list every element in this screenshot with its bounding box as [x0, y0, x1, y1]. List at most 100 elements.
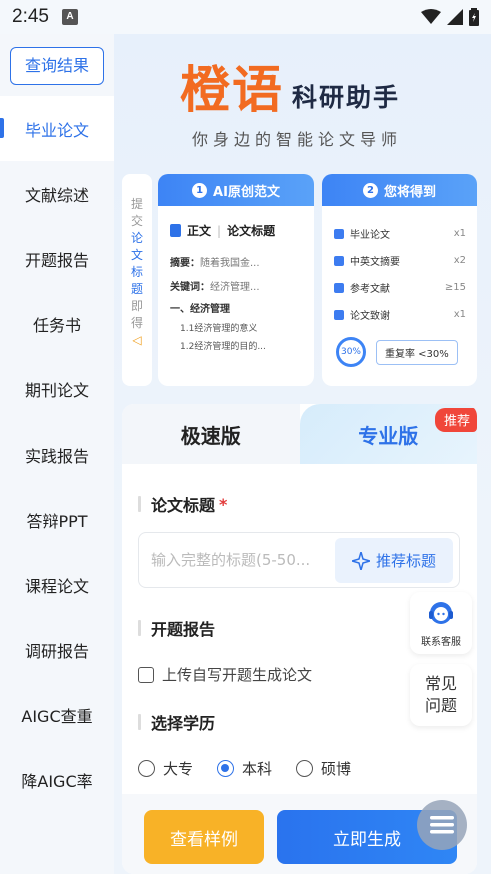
card-header: 1 AI原创范文: [158, 174, 314, 206]
deliverable-value: x1: [453, 228, 466, 239]
degree-option-label: 本科: [242, 760, 273, 778]
status-time: 2:45: [12, 6, 49, 27]
keywords-label: 关键词：: [170, 282, 210, 293]
deliverable-label: 毕业论文: [350, 230, 390, 241]
deliverable-row: 参考文献 ≥15: [334, 280, 466, 295]
doc-title: 论文标题: [227, 224, 276, 238]
step-char: 即: [130, 299, 143, 313]
rate-label: 重复率 <30%: [376, 339, 458, 365]
sidebar-item-journal-paper[interactable]: 期刊论文: [0, 357, 114, 422]
proposal-label: 开题报告: [151, 620, 216, 639]
degree-option-graduate[interactable]: 硕博: [296, 758, 351, 779]
degree-option-label: 大专: [163, 760, 194, 778]
faq-label-line1: 常见: [424, 674, 457, 693]
customer-service-label: 联系客服: [421, 636, 461, 648]
notification-icon: A: [62, 9, 78, 25]
percent-gauge: 30%: [336, 337, 366, 367]
degree-label: 选择学历: [151, 714, 216, 733]
upload-checkbox[interactable]: [138, 666, 154, 683]
headset-icon: [429, 601, 453, 624]
title-label: 论文标题: [151, 496, 216, 515]
send-icon: ◁: [132, 333, 142, 347]
sidebar-item-graduation-thesis[interactable]: 毕业论文: [0, 96, 114, 162]
document-icon: [334, 255, 344, 266]
sidebar-nav: 毕业论文 文献综述 开题报告 任务书 期刊论文 实践报告 答辩PPT 课程论文 …: [0, 96, 114, 813]
signal-icon: [447, 9, 463, 25]
deliverables-card: 2 您将得到 毕业论文 x1 中英文摘要 x2 参考文献 ≥15 论文致谢 x1…: [322, 174, 477, 386]
tab-fast[interactable]: 极速版: [122, 404, 300, 464]
sidebar-item-literature-review[interactable]: 文献综述: [0, 161, 114, 226]
deliverable-value: x1: [453, 309, 466, 320]
graduation-icon: [334, 228, 344, 239]
recommend-title-label: 推荐标题: [375, 552, 436, 570]
upload-proposal-option[interactable]: 上传自写开题生成论文: [138, 664, 312, 685]
deliverable-label: 参考文献: [350, 284, 390, 295]
deliverable-value: ≥15: [444, 282, 466, 293]
card-header: 2 您将得到: [322, 174, 477, 206]
steps-indicator: 提 交 论 文 标 题 即 得 ◁: [122, 174, 152, 386]
step-char: 标: [130, 265, 143, 279]
brand-logo: 橙语 科研助手: [180, 60, 400, 120]
section-text: 一、经济管理: [170, 304, 230, 315]
faq-button[interactable]: 常见 问题: [410, 664, 472, 726]
sidebar-item-practice-report[interactable]: 实践报告: [0, 422, 114, 487]
radio-button[interactable]: [217, 760, 235, 777]
divider: |: [217, 223, 222, 238]
step-number: 2: [362, 182, 378, 198]
sidebar: 查询结果 毕业论文 文献综述 开题报告 任务书 期刊论文 实践报告 答辩PPT …: [0, 34, 114, 874]
sidebar-item-aigc-check[interactable]: AIGC查重: [0, 683, 114, 748]
step-number: 1: [192, 182, 208, 198]
sidebar-item-course-paper[interactable]: 课程论文: [0, 552, 114, 617]
status-icons: [421, 8, 479, 26]
degree-section-label: 选择学历: [138, 710, 215, 734]
title-section-label: 论文标题 *: [138, 492, 227, 516]
card-title: AI原创范文: [213, 184, 280, 200]
abstract-line: 摘要：随着我国金...: [170, 254, 260, 269]
menu-icon: [430, 816, 454, 834]
radio-button[interactable]: [296, 760, 314, 777]
doc-label: 正文: [187, 224, 212, 238]
deliverable-row: 中英文摘要 x2: [334, 253, 466, 268]
brand-tagline: 你身边的智能论文导师: [192, 130, 403, 149]
books-icon: [334, 282, 344, 293]
section-bar: [138, 620, 141, 636]
deliverable-label: 中英文摘要: [350, 257, 400, 268]
floating-menu-button[interactable]: [417, 800, 467, 850]
mail-icon: [334, 309, 344, 320]
query-results-button[interactable]: 查询结果: [10, 47, 104, 85]
sparkle-icon: [351, 551, 370, 570]
sidebar-item-task-book[interactable]: 任务书: [0, 292, 114, 357]
abstract-text: 随着我国金...: [200, 258, 260, 269]
keywords-line: 关键词：经济管理...: [170, 278, 260, 293]
deliverable-row: 论文致谢 x1: [334, 307, 466, 322]
radio-button[interactable]: [138, 760, 155, 777]
faq-label-line2: 问题: [424, 696, 457, 715]
step-char: 论: [130, 231, 143, 245]
degree-option-bachelor[interactable]: 本科: [217, 758, 272, 779]
title-input[interactable]: [151, 547, 321, 573]
section-bar: [138, 714, 141, 730]
sidebar-item-research-report[interactable]: 调研报告: [0, 618, 114, 683]
sidebar-item-reduce-aigc[interactable]: 降AIGC率: [0, 748, 114, 813]
brand-subtitle: 科研助手: [292, 83, 401, 112]
degree-option-label: 硕博: [321, 760, 352, 778]
document-icon: [170, 224, 181, 237]
customer-service-button[interactable]: 联系客服: [410, 592, 472, 654]
deliverable-value: x2: [453, 255, 466, 266]
sidebar-item-proposal-report[interactable]: 开题报告: [0, 226, 114, 291]
step-char: 得: [130, 316, 143, 330]
sidebar-item-defense-ppt[interactable]: 答辩PPT: [0, 487, 114, 552]
degree-option-associate[interactable]: 大专: [138, 758, 193, 779]
card-title: 您将得到: [383, 184, 436, 200]
status-bar: 2:45 A: [0, 0, 491, 34]
required-mark: *: [219, 494, 228, 514]
recommend-badge: 推荐: [434, 408, 477, 432]
recommend-title-button[interactable]: 推荐标题: [335, 538, 453, 583]
battery-icon: [469, 8, 479, 26]
abstract-label: 摘要：: [170, 258, 200, 269]
step-char: 交: [130, 214, 143, 228]
main-content: 橙语 科研助手 你身边的智能论文导师 提 交 论 文 标 题 即 得 ◁ 1 A…: [114, 34, 491, 874]
version-tabs: 极速版 专业版: [122, 404, 477, 464]
view-sample-button[interactable]: 查看样例: [144, 810, 264, 864]
section-bar: [138, 496, 141, 512]
